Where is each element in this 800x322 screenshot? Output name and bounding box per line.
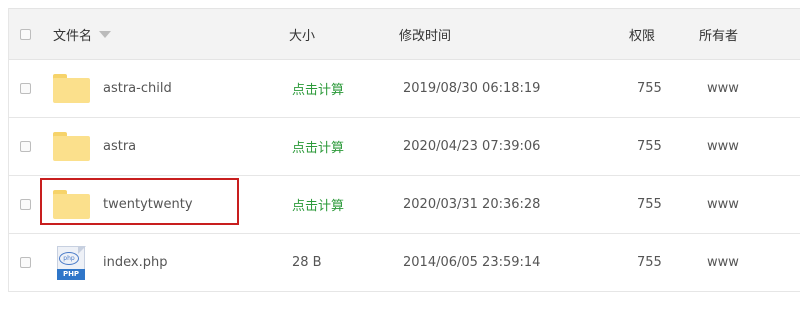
- file-table: 文件名 大小 修改时间 权限 所有者 astra-child 点击计算 2019…: [8, 8, 800, 292]
- sort-down-icon[interactable]: [99, 30, 112, 38]
- php-label: PHP: [57, 268, 85, 280]
- row-checkbox-cell: [20, 234, 31, 291]
- permissions-value[interactable]: 755: [637, 176, 662, 233]
- row-checkbox[interactable]: [20, 83, 31, 94]
- php-file-icon[interactable]: php PHP: [53, 234, 86, 291]
- permissions-value[interactable]: 755: [637, 234, 662, 291]
- permissions-column-header[interactable]: 权限: [629, 9, 655, 59]
- calculate-size-link[interactable]: 点击计算: [292, 60, 344, 117]
- calculate-size-link[interactable]: 点击计算: [292, 176, 344, 233]
- highlight-box: [40, 178, 239, 225]
- name-column-header[interactable]: 文件名: [53, 9, 112, 59]
- owner-column-header[interactable]: 所有者: [699, 9, 738, 59]
- file-name[interactable]: index.php: [103, 234, 167, 291]
- modified-column-header[interactable]: 修改时间: [399, 9, 451, 59]
- owner-value[interactable]: www: [707, 176, 739, 233]
- owner-value[interactable]: www: [707, 118, 739, 175]
- calculate-size-link[interactable]: 点击计算: [292, 118, 344, 175]
- modified-time: 2020/04/23 07:39:06: [403, 139, 541, 154]
- row-checkbox[interactable]: [20, 257, 31, 268]
- select-all-cell: [20, 9, 31, 59]
- file-name[interactable]: astra-child: [103, 60, 172, 117]
- table-row[interactable]: astra 点击计算 2020/04/23 07:39:06 755 www: [9, 118, 800, 176]
- modified-time: 2014/06/05 23:59:14: [403, 255, 541, 270]
- row-checkbox[interactable]: [20, 199, 31, 210]
- table-row[interactable]: astra-child 点击计算 2019/08/30 06:18:19 755…: [9, 60, 800, 118]
- row-checkbox-cell: [20, 60, 31, 117]
- size-column-header[interactable]: 大小: [289, 9, 315, 59]
- owner-value[interactable]: www: [707, 234, 739, 291]
- owner-value[interactable]: www: [707, 60, 739, 117]
- modified-time: 2020/03/31 20:36:28: [403, 197, 541, 212]
- php-badge: php: [59, 251, 79, 265]
- table-header: 文件名 大小 修改时间 权限 所有者: [9, 8, 800, 60]
- row-checkbox-cell: [20, 118, 31, 175]
- row-checkbox-cell: [20, 176, 31, 233]
- file-size: 28 B: [292, 255, 322, 270]
- select-all-checkbox[interactable]: [20, 28, 31, 40]
- folder-icon[interactable]: [53, 60, 90, 117]
- name-column-label: 文件名: [53, 28, 93, 44]
- file-name[interactable]: astra: [103, 118, 136, 175]
- folder-icon[interactable]: [53, 118, 90, 175]
- row-checkbox[interactable]: [20, 141, 31, 152]
- modified-time: 2019/08/30 06:18:19: [403, 81, 541, 96]
- permissions-value[interactable]: 755: [637, 60, 662, 117]
- permissions-value[interactable]: 755: [637, 118, 662, 175]
- table-row[interactable]: php PHP index.php 28 B 2014/06/05 23:59:…: [9, 234, 800, 292]
